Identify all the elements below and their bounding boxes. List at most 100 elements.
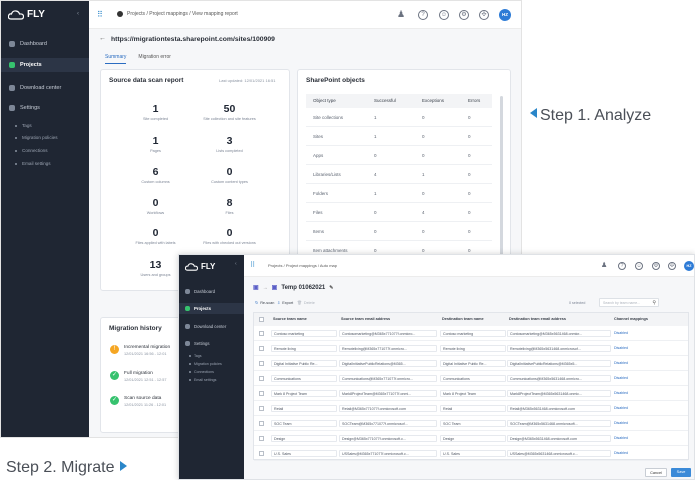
row-checkbox[interactable] [259, 421, 264, 426]
table-cell-input[interactable]: Mark8ProjectTeam@M365x5631468.onmic... [507, 390, 611, 397]
scrollbar[interactable] [500, 96, 503, 256]
sidebar-subitem-email-settings[interactable]: Email settings [15, 161, 51, 166]
breadcrumb-project-mappings[interactable]: Project mappings [149, 11, 188, 17]
sidebar-subitem-tags[interactable]: Tags [15, 123, 32, 128]
table-cell-input[interactable]: Design@M365x771077f.onmicrosoft.c... [339, 435, 437, 442]
table-cell-input[interactable]: Communications [271, 375, 337, 382]
table-row[interactable]: U.S. Sales USSales@M365x771077f.onmicroso… [254, 446, 688, 461]
select-all-checkbox[interactable] [259, 317, 264, 322]
table-cell-input[interactable]: Remote living [271, 345, 337, 352]
sidebar-subitem-migration-policies[interactable]: Migration policies [15, 135, 58, 140]
table-cell-input[interactable]: Contosomarketing@M365x771077f.onmicro... [339, 330, 437, 337]
row-checkbox[interactable] [259, 436, 264, 441]
table-cell-input[interactable]: Retail [271, 405, 337, 412]
sidebar-item-dashboard[interactable]: Dashboard [1, 37, 89, 51]
save-button[interactable]: Save [671, 468, 691, 477]
table-cell-input[interactable]: Remote living [440, 345, 506, 352]
bell-icon[interactable]: ♟ [601, 261, 607, 269]
table-cell-input[interactable]: Mark 8 Project Team [271, 390, 337, 397]
cancel-button[interactable]: Cancel [645, 468, 667, 477]
channel-mapping-link[interactable]: Disabled [614, 451, 628, 455]
table-row[interactable]: Communications Communications@M365x771077… [254, 371, 688, 386]
table-cell-input[interactable]: Design [271, 435, 337, 442]
row-checkbox[interactable] [259, 361, 264, 366]
collapse-icon[interactable]: ‹ [235, 261, 237, 267]
apps-icon[interactable]: ✣ [668, 262, 676, 270]
table-row[interactable]: SOC Team SOCTeam@M365x771077f.onmicrosof.… [254, 416, 688, 431]
export-button[interactable]: ⇩ Export [277, 300, 293, 306]
tab-summary[interactable]: Summary [105, 54, 127, 64]
table-cell-input[interactable]: SOC Team [271, 420, 337, 427]
channel-mapping-link[interactable]: Disabled [614, 436, 628, 440]
channel-mapping-link[interactable]: Disabled [614, 376, 628, 380]
breadcrumb-projects[interactable]: Projects [268, 263, 282, 268]
history-item-incremental[interactable]: ! Incremental migration 12/01/2021 16:56 … [110, 345, 170, 356]
table-row[interactable]: Contoso marketing Contosomarketing@M365x7… [254, 326, 688, 341]
channel-mapping-link[interactable]: Disabled [614, 406, 628, 410]
table-cell-input[interactable]: Mark 8 Project Team [440, 390, 506, 397]
sidebar-item-settings[interactable]: Settings [179, 338, 244, 348]
edit-icon[interactable]: ✎ [329, 285, 333, 291]
row-checkbox[interactable] [259, 331, 264, 336]
table-cell-input[interactable]: Mark8ProjectTeam@M365x771077f.onmi... [339, 390, 437, 397]
table-row[interactable]: Retail Retail@M365x771077f.onmicrosoft.co… [254, 401, 688, 416]
table-cell-input[interactable]: Retail@M365x5631468.onmicrosoft.com [507, 405, 611, 412]
sidebar-subitem-migration-policies[interactable]: Migration policies [189, 362, 222, 366]
row-checkbox[interactable] [259, 376, 264, 381]
table-cell-input[interactable]: SOCTeam@M365x5631468.onmicrosoft... [507, 420, 611, 427]
table-cell-input[interactable]: Communications@M365x5631468.onmicro... [507, 375, 611, 382]
sidebar-subitem-email-settings[interactable]: Email settings [189, 378, 216, 382]
table-cell-input[interactable]: DigitalInitiativePublicRelations@M365x5.… [507, 360, 611, 367]
delete-button[interactable]: 🗑 Delete [297, 300, 315, 306]
avatar[interactable]: HZ [684, 261, 694, 271]
table-cell-input[interactable]: Remoteliving@M365x771077f.onmicro... [339, 345, 437, 352]
table-cell-input[interactable]: Design@M365x5631468.onmicrosoft.com [507, 435, 611, 442]
table-row[interactable]: Design Design@M365x771077f.onmicrosoft.c.… [254, 431, 688, 446]
table-cell-input[interactable]: USSales@M365x771077f.onmicrosoft.c... [339, 450, 437, 457]
breadcrumb-project-mappings[interactable]: Project mappings [286, 263, 317, 268]
feedback-icon[interactable]: ☺ [439, 10, 449, 20]
row-checkbox[interactable] [259, 406, 264, 411]
channel-mapping-link[interactable]: Disabled [614, 391, 628, 395]
app-grid-icon[interactable]: ⠿ [250, 261, 255, 269]
row-checkbox[interactable] [259, 391, 264, 396]
row-checkbox[interactable] [259, 451, 264, 456]
apps-icon[interactable]: ✣ [479, 10, 489, 20]
sidebar-subitem-connections[interactable]: Connections [15, 148, 48, 153]
sidebar-item-settings[interactable]: Settings [1, 101, 89, 115]
table-row[interactable]: Mark 8 Project Team Mark8ProjectTeam@M365… [254, 386, 688, 401]
table-cell-input[interactable]: Communications@M365x771077f.onmicro... [339, 375, 437, 382]
app-grid-icon[interactable]: ⠿ [97, 10, 103, 19]
sidebar-item-projects[interactable]: Projects [1, 58, 89, 72]
table-cell-input[interactable]: Retail [440, 405, 506, 412]
table-cell-input[interactable]: SOC Team [440, 420, 506, 427]
table-cell-input[interactable]: Digital Initiative Public Re... [440, 360, 506, 367]
table-cell-input[interactable]: DigitalInitiativePublicRelations@M365... [339, 360, 437, 367]
table-cell-input[interactable]: Contosomarketing@M365x5631468.onmicr... [507, 330, 611, 337]
settings-icon[interactable]: ⚙ [459, 10, 469, 20]
feedback-icon[interactable]: ☺ [635, 262, 643, 270]
table-cell-input[interactable]: SOCTeam@M365x771077f.onmicrosof... [339, 420, 437, 427]
table-cell-input[interactable]: Contoso marketing [440, 330, 506, 337]
channel-mapping-link[interactable]: Disabled [614, 421, 628, 425]
row-checkbox[interactable] [259, 346, 264, 351]
table-cell-input[interactable]: U.S. Sales [440, 450, 506, 457]
sidebar-item-download-center[interactable]: Download center [179, 321, 244, 331]
history-item-full[interactable]: ✓ Full migration 12/01/2021 12:51 - 12:57 [110, 371, 166, 382]
sidebar-subitem-tags[interactable]: Tags [189, 354, 202, 358]
table-row[interactable]: Digital Initiative Public Re... DigitalIn… [254, 356, 688, 371]
channel-mapping-link[interactable]: Disabled [614, 331, 628, 335]
sidebar-item-download-center[interactable]: Download center [1, 81, 89, 95]
table-cell-input[interactable]: Digital Initiative Public Re... [271, 360, 337, 367]
rescan-button[interactable]: ↻ Re-scan [255, 300, 274, 306]
sidebar-item-projects[interactable]: Projects [179, 303, 244, 314]
sidebar-item-dashboard[interactable]: Dashboard [179, 286, 244, 296]
table-cell-input[interactable]: Retail@M365x771077f.onmicrosoft.com [339, 405, 437, 412]
table-cell-input[interactable]: U.S. Sales [271, 450, 337, 457]
search-input[interactable]: Search by team name... ⚲ [599, 298, 659, 307]
avatar[interactable]: HZ [499, 9, 511, 21]
table-cell-input[interactable]: USSales@M365x5631468.onmicrosoft.c... [507, 450, 611, 457]
sidebar-subitem-connections[interactable]: Connections [189, 370, 214, 374]
back-arrow-icon[interactable]: ← [99, 35, 106, 42]
table-cell-input[interactable]: Design [440, 435, 506, 442]
